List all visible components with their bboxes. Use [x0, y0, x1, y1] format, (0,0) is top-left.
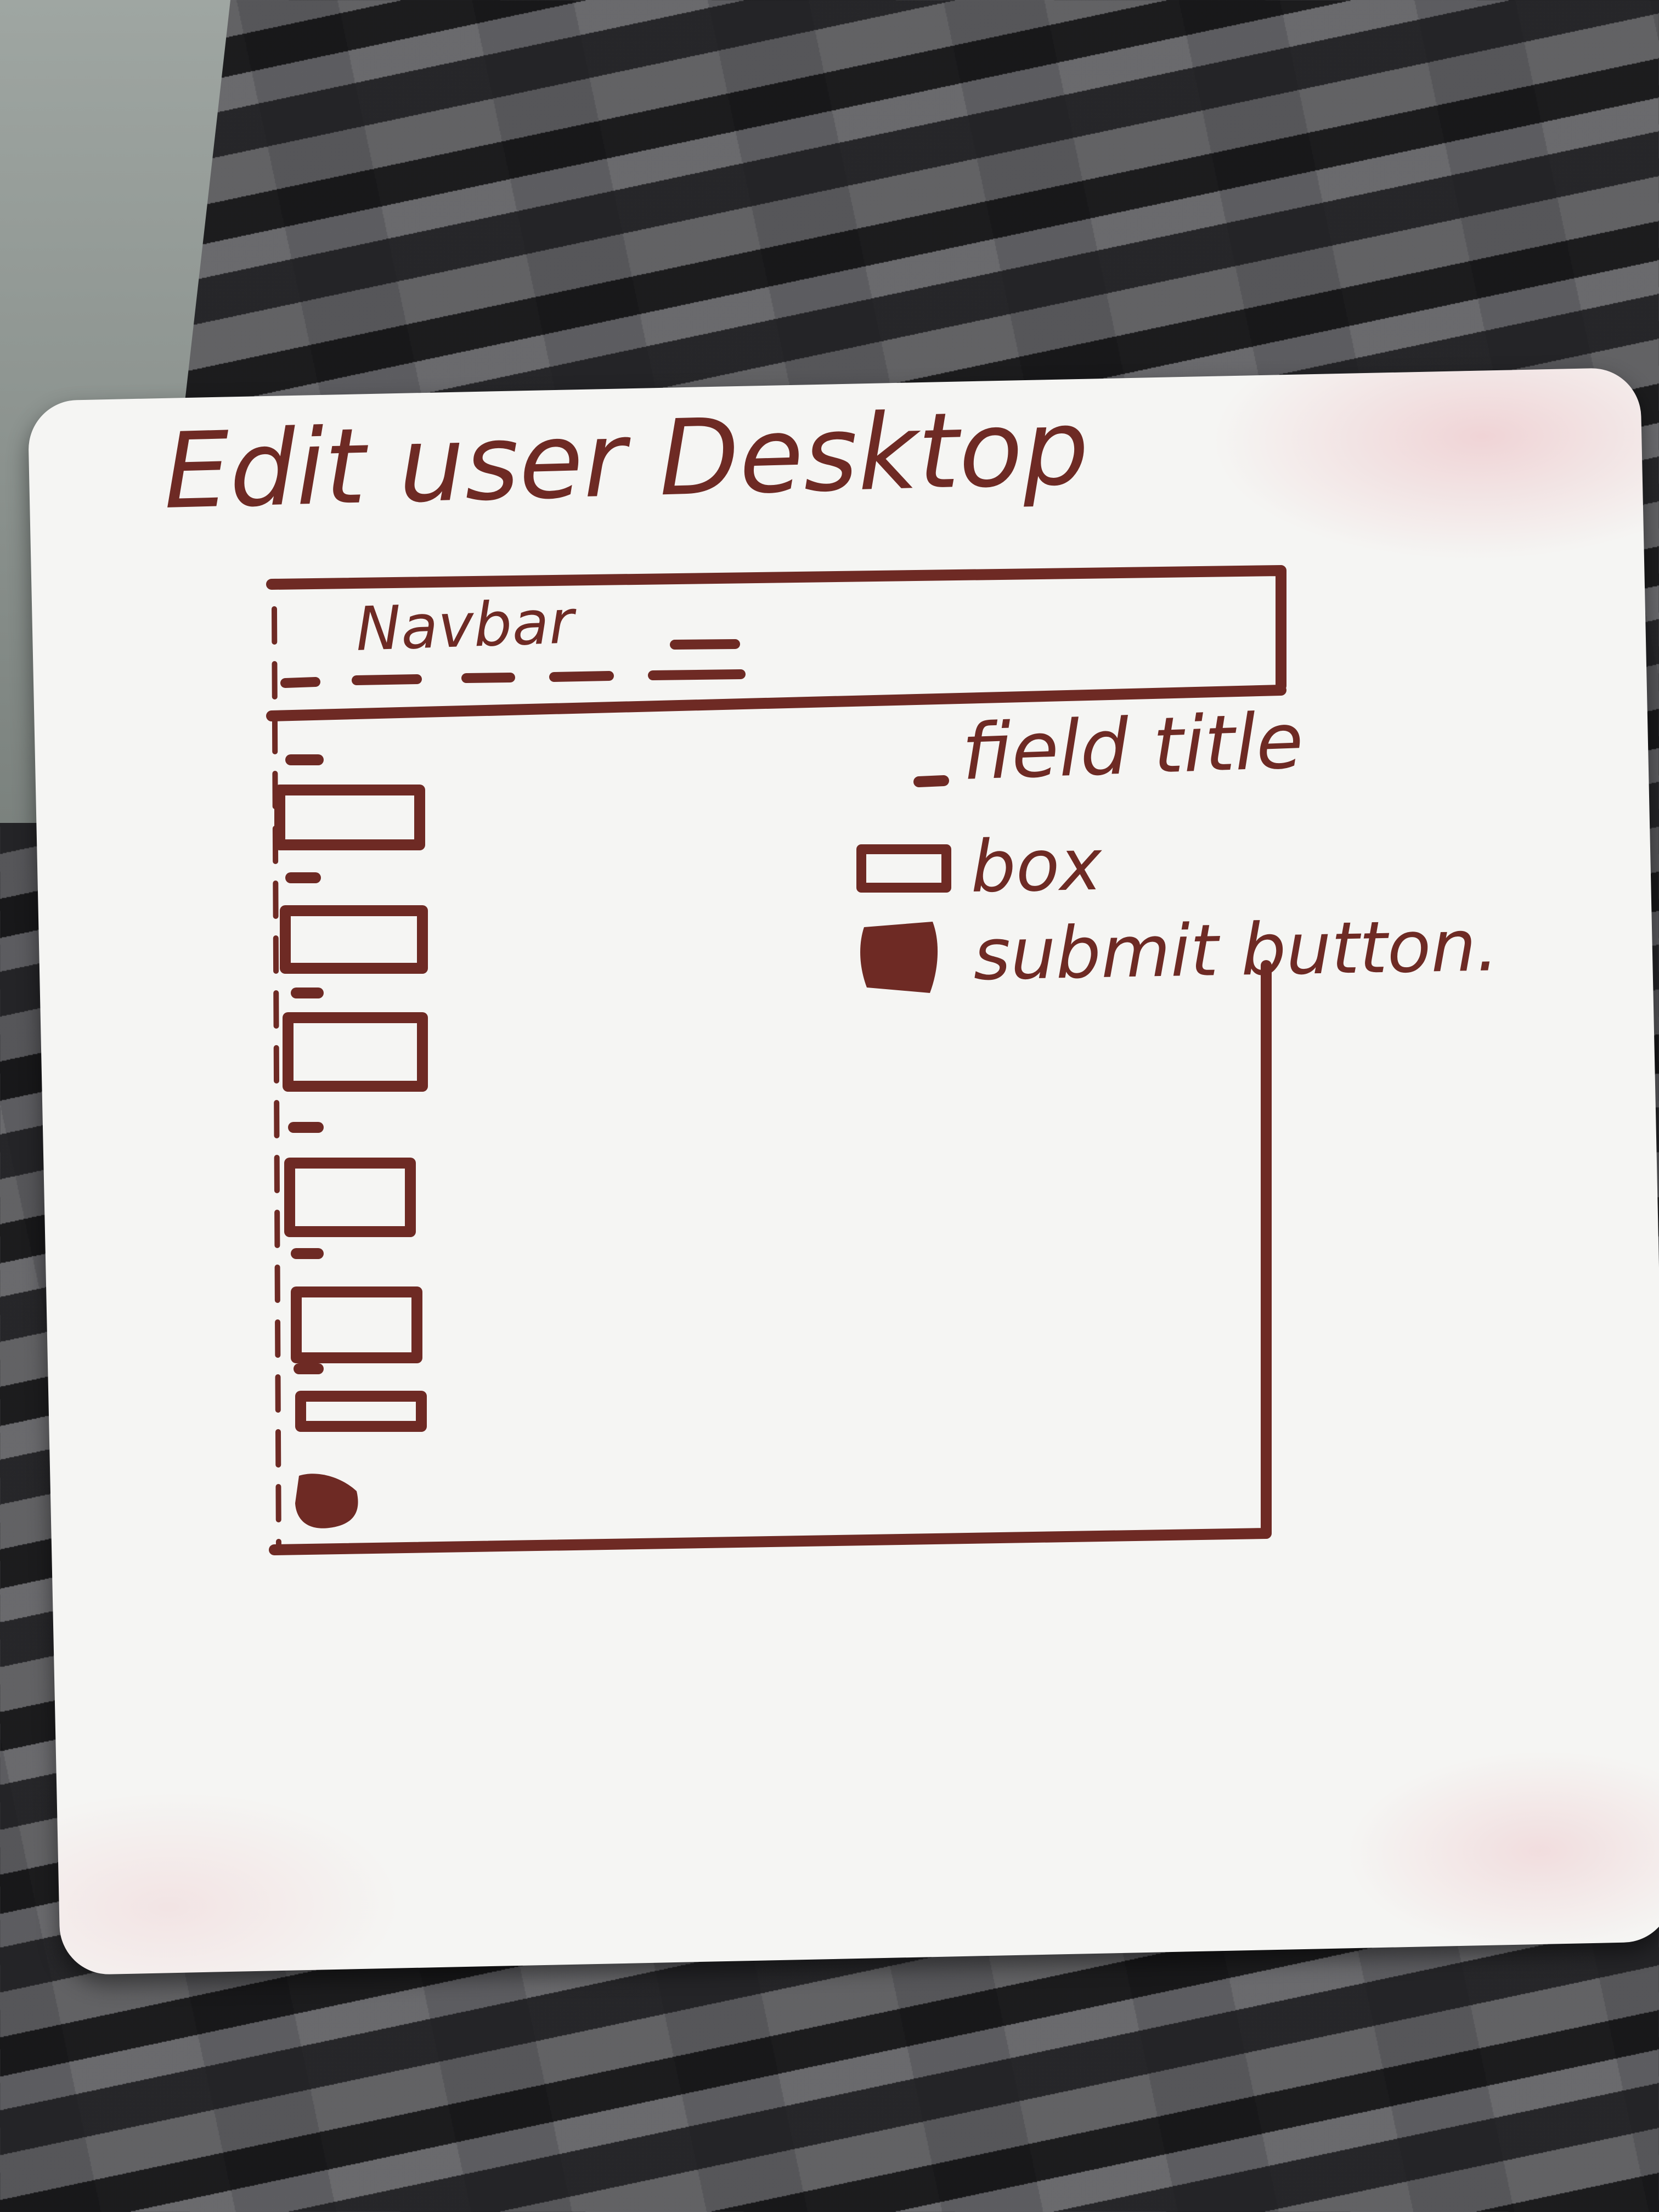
field-box	[283, 1012, 428, 1092]
legend-submit-button-symbol	[860, 922, 938, 993]
legend-field-title-dash	[913, 775, 949, 787]
wireframe-sketch: Edit user Desktop Navbar field title box…	[162, 387, 1499, 1555]
navbar-label: Navbar	[354, 586, 578, 664]
page-title: Edit user Desktop	[162, 387, 1090, 532]
legend-box-label: box	[970, 823, 1104, 909]
page-frame-left-edge	[272, 606, 281, 1553]
field-box	[280, 905, 428, 974]
field-box	[274, 785, 425, 850]
legend-field-title-label: field title	[960, 696, 1305, 798]
field-box	[284, 1158, 416, 1237]
submit-button-shape	[295, 1474, 358, 1528]
field-box	[295, 1391, 427, 1432]
legend-box-symbol	[856, 844, 951, 893]
legend-submit-button-label: submit button.	[973, 904, 1499, 996]
field-box	[291, 1286, 422, 1363]
form-fields	[274, 754, 428, 1432]
